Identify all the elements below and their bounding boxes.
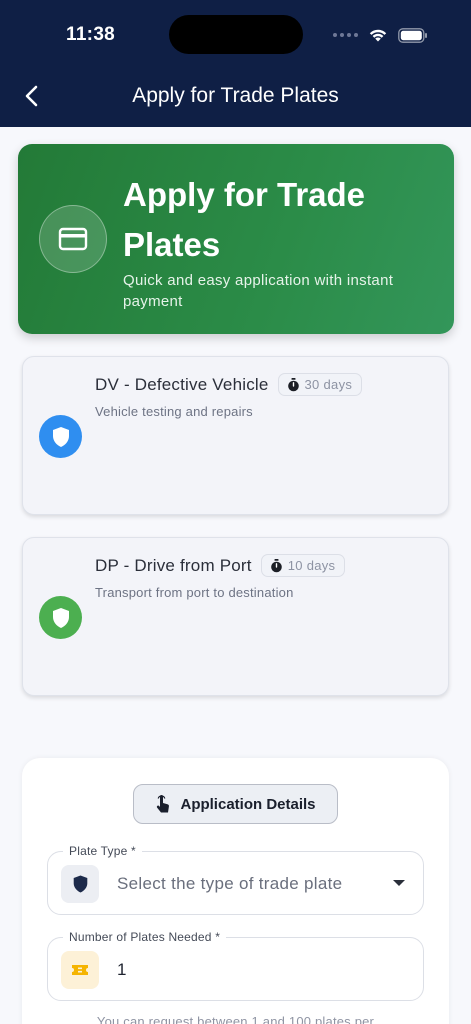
application-details-label: Application Details [180, 795, 316, 813]
status-time: 11:38 [66, 24, 116, 45]
application-details-button[interactable]: Application Details [133, 784, 338, 824]
plates-quantity-input[interactable]: Number of Plates Needed * 1 [47, 930, 424, 1001]
plate-card-dv[interactable]: DV - Defective Vehicle 30 days Vehicle t… [22, 356, 449, 515]
ticket-icon [61, 951, 99, 989]
hero-title: Apply for Trade Plates [123, 176, 366, 263]
wifi-icon [369, 29, 387, 42]
plate-card-dp[interactable]: DP - Drive from Port 10 days Transport f… [22, 537, 449, 696]
plate-description: Vehicle testing and repairs [95, 404, 253, 419]
plate-description: Transport from port to destination [95, 585, 294, 600]
shield-icon [61, 865, 99, 903]
plate-type-placeholder: Select the type of trade plate [117, 874, 343, 893]
status-icons [333, 26, 428, 44]
duration-chip: 10 days [260, 554, 346, 577]
stopwatch-icon [287, 377, 299, 391]
signal-icon [333, 33, 358, 37]
stopwatch-icon [270, 558, 282, 572]
battery-icon [398, 27, 427, 43]
tap-hand-icon [157, 795, 170, 813]
quantity-help-text: You can request between 1 and 100 plates… [96, 1014, 375, 1024]
hero-subtitle: Quick and easy application with instant … [123, 272, 394, 310]
plate-title: DP - Drive from Port [95, 555, 252, 575]
app-header: 11:38 Apply for Trade Plates [0, 0, 471, 127]
plates-quantity-label: Number of Plates Needed * [63, 930, 227, 944]
plate-type-select[interactable]: Plate Type * Select the type of trade pl… [47, 844, 424, 915]
duration-chip: 30 days [277, 373, 363, 396]
shield-icon [39, 415, 82, 458]
caret-down-icon [393, 880, 405, 886]
plate-type-label: Plate Type * [63, 844, 142, 858]
plate-card-header: DP - Drive from Port 10 days [95, 554, 346, 577]
shield-icon [39, 596, 82, 639]
page-title: Apply for Trade Plates [132, 84, 339, 107]
dynamic-island [169, 15, 303, 54]
plates-quantity-value: 1 [117, 960, 127, 979]
plate-title: DV - Defective Vehicle [95, 374, 269, 394]
hero-banner: Apply for Trade Plates Quick and easy ap… [18, 144, 454, 334]
duration-label: 30 days [304, 377, 353, 392]
card-icon [39, 205, 107, 273]
plate-card-header: DV - Defective Vehicle 30 days [95, 373, 363, 396]
duration-label: 10 days [287, 558, 336, 573]
